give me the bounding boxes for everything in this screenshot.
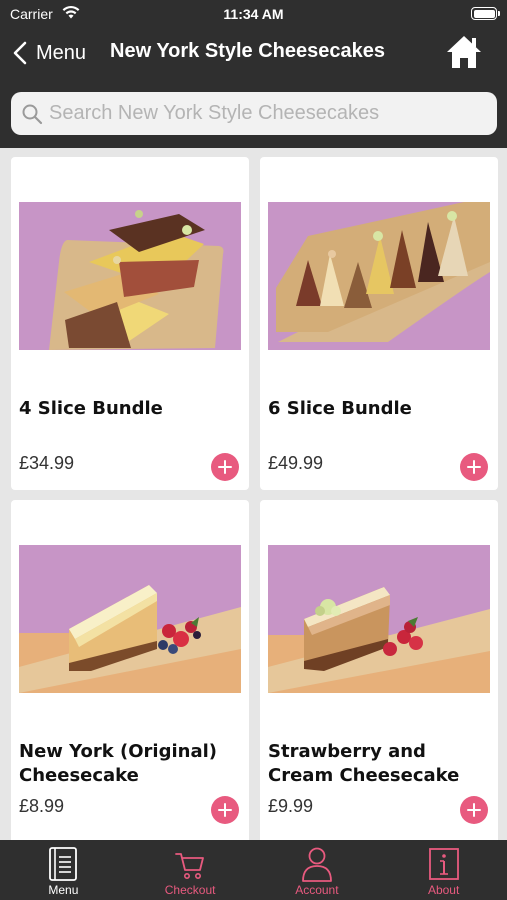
product-price: £34.99	[19, 453, 75, 473]
status-bar: Carrier 11:34 AM	[0, 0, 507, 28]
info-icon	[428, 848, 459, 880]
back-label: Menu	[36, 41, 87, 64]
search-bar[interactable]	[11, 92, 497, 135]
product-price: £49.99	[268, 453, 324, 473]
tab-label: Account	[295, 883, 339, 897]
product-image	[268, 202, 490, 350]
navigation-bar: Menu New York Style Cheesecakes	[0, 28, 507, 80]
product-card[interactable]: Strawberry and Cream Cheesecake £9.99	[260, 500, 498, 840]
search-icon	[22, 104, 43, 124]
add-to-cart-button[interactable]	[211, 453, 239, 481]
product-image	[268, 545, 490, 693]
tab-menu[interactable]: Menu	[0, 840, 127, 900]
product-card[interactable]: 6 Slice Bundle £49.99	[260, 157, 498, 490]
home-icon[interactable]	[445, 34, 483, 70]
product-card[interactable]: New York (Original) Cheesecake £8.99	[11, 500, 249, 840]
product-card[interactable]: 4 Slice Bundle £34.99	[11, 157, 249, 490]
plus-icon	[218, 460, 232, 474]
product-name: 4 Slice Bundle	[19, 398, 163, 419]
chevron-left-icon	[13, 41, 27, 65]
add-to-cart-button[interactable]	[460, 453, 488, 481]
tab-account[interactable]: Account	[254, 840, 381, 900]
product-price: £9.99	[268, 796, 314, 816]
product-image	[19, 202, 241, 350]
add-to-cart-button[interactable]	[460, 796, 488, 824]
tab-checkout[interactable]: Checkout	[127, 840, 254, 900]
tab-label: Checkout	[164, 883, 216, 897]
person-icon	[301, 847, 332, 882]
product-name: 6 Slice Bundle	[268, 398, 412, 419]
product-image	[19, 545, 241, 693]
back-button[interactable]: Menu	[12, 38, 86, 68]
product-name: New York (Original) Cheesecake	[19, 741, 218, 786]
product-grid: 4 Slice Bundle £34.99 6 Slice Bundle £49…	[0, 148, 507, 840]
tab-about[interactable]: About	[380, 840, 507, 900]
plus-icon	[467, 803, 481, 817]
battery-icon	[471, 7, 500, 20]
product-name: Strawberry and Cream Cheesecake	[268, 741, 460, 786]
search-input[interactable]	[49, 102, 479, 125]
clock: 11:34 AM	[223, 6, 284, 22]
add-to-cart-button[interactable]	[211, 796, 239, 824]
page-title: New York Style Cheesecakes	[110, 40, 385, 62]
menu-book-icon	[49, 847, 78, 881]
header-bar: Carrier 11:34 AM Menu New York Style Che…	[0, 0, 507, 148]
tab-bar: Menu Checkout Account About	[0, 840, 507, 900]
plus-icon	[218, 803, 232, 817]
product-price: £8.99	[19, 796, 65, 816]
tab-label: About	[427, 883, 460, 897]
cart-icon	[175, 853, 205, 879]
plus-icon	[467, 460, 481, 474]
tab-label: Menu	[48, 883, 79, 897]
